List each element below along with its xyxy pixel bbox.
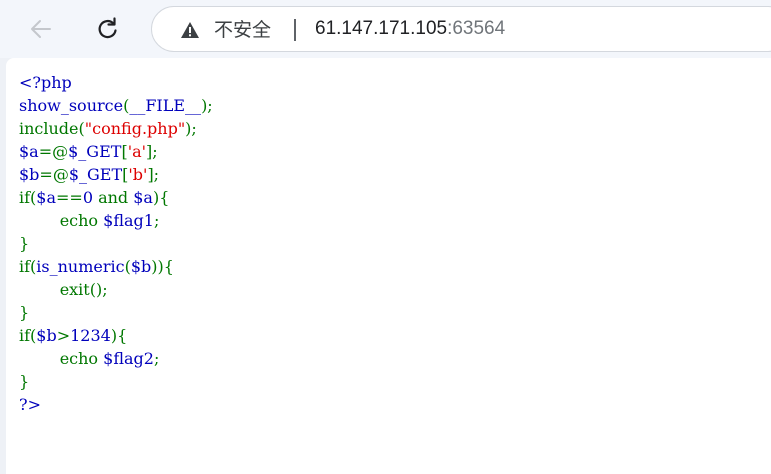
code-token: $a [36,188,56,207]
code-token: $a [19,142,39,161]
code-token: ){ [110,326,128,345]
code-token: include( [19,119,85,138]
code-token: ]; [147,165,160,184]
code-token: $flag2 [103,349,154,368]
code-line: echo $flag2; [19,347,213,370]
code-token: echo [19,349,104,368]
url-port: :63564 [447,18,506,39]
url-host: 61.147.171.105 [315,18,448,39]
url-text[interactable]: 61.147.171.105:63564 [315,17,505,41]
php-source-code: <?php show_source(__FILE__); include("conf… [19,71,213,416]
code-token: $b [19,165,40,184]
code-token: ; [153,349,160,368]
code-token: $flag1 [103,211,154,230]
code-token: $b [36,326,57,345]
code-token: $a [133,188,153,207]
code-line: exit(); [19,278,213,301]
code-token: show_source [19,96,124,115]
code-line: $a=@$_GET['a']; [19,140,213,163]
code-token: ]; [146,142,158,161]
code-token: ); [185,119,197,138]
code-line: ?> [19,393,213,416]
code-token: 'a' [127,142,147,161]
code-token: 1234 [70,326,111,345]
code-line: echo $flag1; [19,209,213,232]
code-token: __FILE__ [129,96,202,115]
code-line: if($a==0 and $a){ [19,186,213,209]
warning-icon[interactable] [180,21,200,39]
code-token: } [19,372,30,391]
code-line: } [19,370,213,393]
code-token: echo [19,211,104,230]
code-token: <?php [19,73,72,92]
code-token: (); [89,280,108,299]
page-content: <?php show_source(__FILE__); include("conf… [6,58,771,474]
code-token: $_GET [68,165,123,184]
code-token: is_numeric [36,257,125,276]
code-token: } [19,303,30,322]
security-status-label[interactable]: 不安全 [214,18,271,42]
address-bar[interactable]: 不安全 61.147.171.105:63564 [151,6,771,52]
code-line: if(is_numeric($b)){ [19,255,213,278]
code-token: =@ [39,165,69,184]
code-token: )){ [151,257,174,276]
code-line: } [19,301,213,324]
code-line: } [19,232,213,255]
code-token: $b [130,257,152,276]
code-token: "config.php" [84,119,186,138]
code-token: $_GET [68,142,122,161]
code-token: and [98,188,134,207]
code-token: 0 [82,188,99,207]
code-line: <?php [19,71,213,94]
reload-icon [98,17,117,39]
browser-toolbar: 不安全 61.147.171.105:63564 [0,0,771,58]
code-token: > [56,326,71,345]
code-token: ?> [19,395,41,414]
code-line: $b=@$_GET['b']; [19,163,213,186]
code-line: show_source(__FILE__); [19,94,213,117]
code-token: if( [19,188,37,207]
code-token: == [56,188,83,207]
code-token: exit [19,280,90,299]
arrow-left-icon [31,20,51,38]
code-token: } [19,234,30,253]
code-token: 'b' [128,165,148,184]
reload-button[interactable] [88,9,128,49]
code-line: include("config.php"); [19,117,213,140]
code-token: ; [153,211,160,230]
code-token: ); [201,96,213,115]
code-token: if( [19,326,37,345]
code-token: =@ [38,142,69,161]
divider [294,19,296,41]
code-token: ){ [152,188,170,207]
code-token: if( [19,257,37,276]
back-button[interactable] [21,9,61,49]
code-line: if($b>1234){ [19,324,213,347]
